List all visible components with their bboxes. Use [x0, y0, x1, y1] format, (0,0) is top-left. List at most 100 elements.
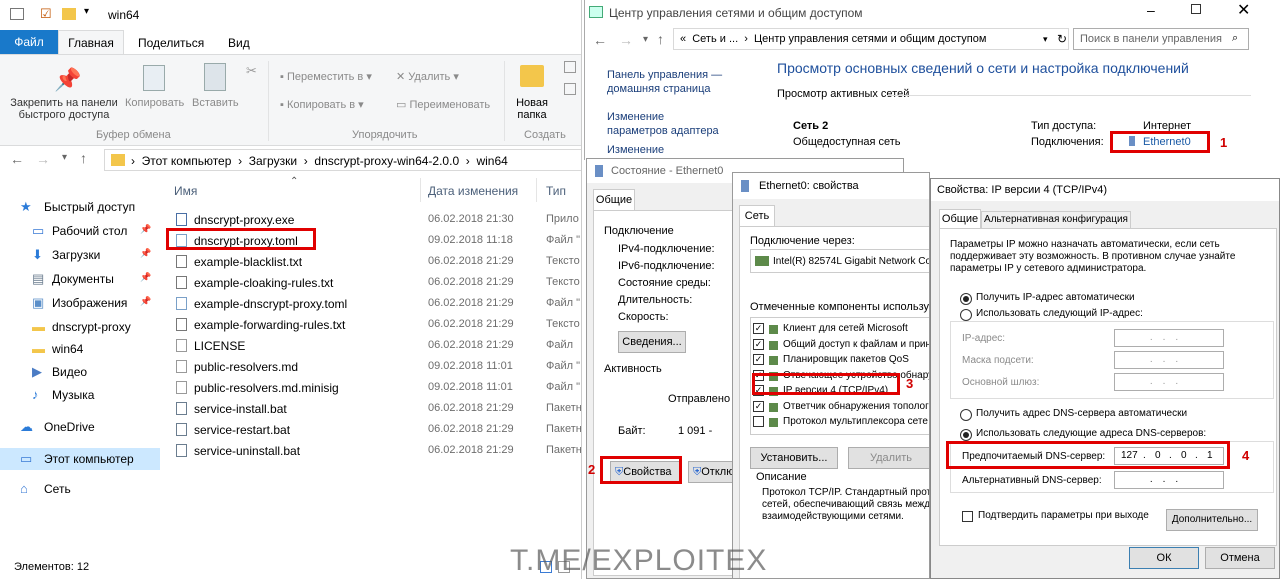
file-row[interactable]: dnscrypt-proxy.exe 06.02.2018 21:30 Прило: [164, 210, 581, 230]
nav-item[interactable]: ▬ win64: [0, 338, 160, 360]
ok-button[interactable]: ОК: [1129, 547, 1199, 569]
copy-to-button[interactable]: ▪ Копировать в ▾: [280, 98, 364, 111]
component-item[interactable]: ✓ Ответчик обнаружения тополог: [751, 400, 929, 415]
minimize-icon[interactable]: –: [1147, 2, 1155, 18]
nav-item[interactable]: ★ Быстрый доступ: [0, 196, 160, 218]
file-row[interactable]: example-cloaking-rules.txt 06.02.2018 21:…: [164, 273, 581, 293]
easy-access-icon[interactable]: [564, 83, 576, 95]
pin-icon[interactable]: 📌: [140, 296, 151, 307]
pin-icon[interactable]: 📌: [140, 272, 151, 283]
column-type[interactable]: Тип: [546, 184, 566, 198]
component-item[interactable]: ✓ IP версии 4 (TCP/IPv4): [751, 384, 929, 399]
ip-address-field[interactable]: ...: [1114, 329, 1224, 347]
file-row[interactable]: example-forwarding-rules.txt 06.02.2018 2…: [164, 315, 581, 335]
file-row[interactable]: dnscrypt-proxy.toml 09.02.2018 11:18 Файл …: [164, 231, 581, 251]
component-checkbox[interactable]: ✓: [753, 369, 764, 381]
install-button[interactable]: Установить...: [750, 447, 838, 469]
auto-dns-radio[interactable]: [960, 409, 972, 421]
properties-button[interactable]: ⛨Свойства: [610, 461, 682, 483]
alternate-dns-field[interactable]: ...: [1114, 471, 1224, 489]
tab-file[interactable]: Файл: [0, 30, 58, 54]
tab-share[interactable]: Поделиться: [138, 36, 204, 50]
back-icon[interactable]: ←: [593, 32, 607, 48]
component-item[interactable]: ✓ Клиент для сетей Microsoft: [751, 322, 929, 337]
component-checkbox[interactable]: ✓: [753, 354, 764, 365]
nav-item[interactable]: ▤ Документы 📌: [0, 268, 160, 290]
nav-item[interactable]: ▬ dnscrypt-proxy: [0, 316, 160, 338]
side-link-home[interactable]: Панель управления — домашняя страница: [607, 68, 727, 96]
nav-item[interactable]: ▶ Видео: [0, 361, 160, 383]
tab-view[interactable]: Вид: [228, 36, 250, 50]
file-row[interactable]: service-uninstall.bat 06.02.2018 21:29 Пак…: [164, 441, 581, 461]
checkmark-icon[interactable]: ☑: [40, 6, 52, 22]
advanced-button[interactable]: Дополнительно...: [1166, 509, 1258, 531]
recent-icon[interactable]: ▾: [643, 34, 648, 45]
nav-item[interactable]: ▭ Рабочий стол 📌: [0, 220, 160, 242]
move-to-button[interactable]: ▪ Переместить в ▾: [280, 70, 372, 83]
pin-icon[interactable]: 📌: [140, 248, 151, 259]
confirm-checkbox[interactable]: [962, 511, 973, 522]
auto-ip-label[interactable]: Получить IP-адрес автоматически: [976, 292, 1135, 303]
copy-button[interactable]: Копировать: [125, 97, 184, 109]
breadcrumb-win64[interactable]: win64: [476, 154, 507, 168]
ipv4-tab-alternate[interactable]: Альтернативная конфигурация: [981, 211, 1131, 229]
nav-item[interactable]: ⬇ Загрузки 📌: [0, 244, 160, 266]
preferred-dns-field[interactable]: 127 . 0 . 0 . 1: [1114, 447, 1224, 465]
file-row[interactable]: public-resolvers.md.minisig 09.02.2018 11…: [164, 378, 581, 398]
component-item[interactable]: ✓ Планировщик пакетов QoS: [751, 353, 929, 368]
rename-button[interactable]: ▭ Переименовать: [396, 98, 490, 111]
component-checkbox[interactable]: ✓: [753, 385, 764, 396]
folder-icon[interactable]: [62, 8, 76, 20]
subnet-mask-field[interactable]: ...: [1114, 351, 1224, 369]
ethernet0-link[interactable]: Ethernet0: [1143, 136, 1191, 148]
close-icon[interactable]: ✕: [1237, 0, 1250, 20]
recent-icon[interactable]: ▾: [62, 152, 67, 163]
pin-button[interactable]: Закрепить на панели быстрого доступа: [4, 97, 124, 121]
manual-ip-radio[interactable]: [960, 309, 972, 321]
manual-dns-radio[interactable]: [960, 429, 972, 441]
manual-ip-label[interactable]: Использовать следующий IP-адрес:: [976, 308, 1143, 319]
props-tab-network[interactable]: Сеть: [739, 205, 775, 227]
network-address-bar[interactable]: « Сеть и ... › Центр управления сетями и…: [673, 28, 1069, 50]
new-folder-button[interactable]: Новая папка: [508, 97, 556, 121]
confirm-label[interactable]: Подтвердить параметры при выходе: [978, 510, 1149, 521]
component-checkbox[interactable]: [753, 416, 764, 427]
manual-dns-label[interactable]: Использовать следующие адреса DNS-сервер…: [976, 428, 1206, 439]
nav-item[interactable]: ▭ Этот компьютер: [0, 448, 160, 470]
breadcrumb-downloads[interactable]: Загрузки: [249, 154, 297, 168]
nav-item[interactable]: ☁ OneDrive: [0, 416, 160, 438]
pin-icon[interactable]: 📌: [140, 224, 151, 235]
cancel-button[interactable]: Отмена: [1205, 547, 1275, 569]
gateway-field[interactable]: ...: [1114, 373, 1224, 391]
breadcrumb-computer[interactable]: Этот компьютер: [142, 154, 232, 168]
forward-icon[interactable]: →: [36, 151, 50, 167]
status-tab-general[interactable]: Общие: [593, 189, 635, 211]
nav-item[interactable]: ⌂ Сеть: [0, 478, 160, 500]
column-date[interactable]: Дата изменения: [428, 184, 518, 198]
component-item[interactable]: ✓ Отвечающее устройство обнару: [751, 369, 929, 384]
component-checkbox[interactable]: ✓: [753, 323, 764, 334]
forward-icon[interactable]: →: [619, 32, 633, 48]
refresh-icon[interactable]: ↻: [1057, 32, 1067, 46]
component-item[interactable]: Протокол мультиплексора сете: [751, 415, 929, 430]
up-icon[interactable]: ↑: [657, 31, 664, 47]
up-icon[interactable]: ↑: [80, 150, 87, 166]
component-checkbox[interactable]: ✓: [753, 338, 764, 350]
file-row[interactable]: public-resolvers.md 09.02.2018 11:01 Файл …: [164, 357, 581, 377]
auto-ip-radio[interactable]: [960, 293, 972, 305]
side-link-adapter[interactable]: Изменение параметров адаптера: [607, 110, 727, 138]
paste-button[interactable]: Вставить: [192, 97, 239, 109]
file-row[interactable]: example-blacklist.txt 06.02.2018 21:29 Тек…: [164, 252, 581, 272]
file-row[interactable]: LICENSE 06.02.2018 21:29 Файл: [164, 336, 581, 356]
nav-item[interactable]: ♪ Музыка: [0, 384, 160, 406]
dropdown-icon[interactable]: ▾: [84, 6, 89, 17]
cut-icon[interactable]: ✂: [246, 63, 257, 79]
component-checkbox[interactable]: ✓: [753, 400, 764, 412]
file-row[interactable]: example-dnscrypt-proxy.toml 06.02.2018 21…: [164, 294, 581, 314]
details-button[interactable]: Сведения...: [618, 331, 686, 353]
crumb-center[interactable]: Центр управления сетями и общим доступом: [754, 33, 986, 45]
maximize-icon[interactable]: [1191, 4, 1201, 14]
delete-button[interactable]: ✕ Удалить ▾: [396, 70, 459, 83]
crumb-network[interactable]: Сеть и ...: [692, 33, 738, 45]
remove-button[interactable]: Удалить: [848, 447, 929, 469]
